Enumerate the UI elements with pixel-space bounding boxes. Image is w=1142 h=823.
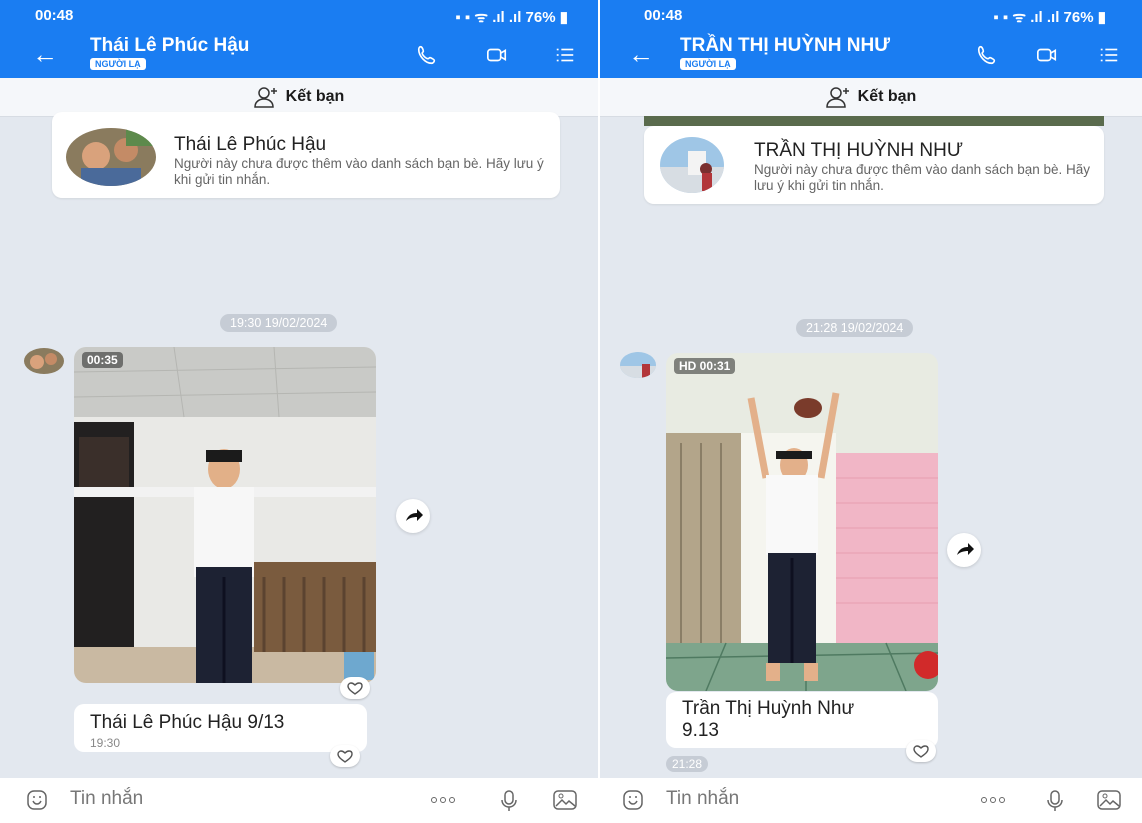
image-icon[interactable] bbox=[1096, 789, 1122, 811]
video-duration: 00:35 bbox=[82, 352, 123, 368]
contact-name[interactable]: TRẦN THỊ HUỲNH NHƯ bbox=[680, 35, 890, 57]
phone-icon[interactable] bbox=[975, 44, 999, 66]
message-input[interactable]: Tin nhắn bbox=[666, 788, 739, 810]
back-arrow-icon[interactable]: ← bbox=[628, 39, 654, 70]
list-menu-icon[interactable] bbox=[1097, 44, 1121, 66]
status-battery: ▪ ▪ ᯤ .ıl .ıl 76% ▮ bbox=[993, 9, 1106, 26]
message-composer: Tin nhắn bbox=[0, 778, 598, 823]
status-bar: 00:48 ▪ ▪ ᯤ .ıl .ıl 76% ▮ bbox=[600, 0, 1142, 32]
heart-icon bbox=[347, 682, 363, 695]
stranger-badge: NGƯỜI LẠ bbox=[90, 58, 146, 70]
video-heart-reaction[interactable] bbox=[340, 677, 370, 699]
text-message[interactable]: Thái Lê Phúc Hậu 9/13 19:30 bbox=[74, 704, 367, 752]
sender-avatar[interactable] bbox=[620, 352, 656, 378]
add-friend-button[interactable]: Kết bạn bbox=[600, 78, 1142, 117]
status-battery: ▪ ▪ ᯤ .ıl .ıl 76% ▮ bbox=[455, 9, 568, 26]
message-text: Thái Lê Phúc Hậu 9/13 bbox=[90, 712, 285, 733]
message-time: 19:30 bbox=[90, 736, 121, 750]
list-menu-icon[interactable] bbox=[553, 44, 577, 66]
video-call-icon[interactable] bbox=[485, 44, 509, 66]
add-friend-icon bbox=[825, 87, 849, 108]
chat-header: ← Thái Lê Phúc Hậu NGƯỜI LẠ bbox=[0, 32, 598, 78]
status-time: 00:48 bbox=[35, 7, 74, 24]
sender-avatar[interactable] bbox=[24, 348, 64, 374]
card-contact-name: TRẦN THỊ HUỲNH NHƯ bbox=[754, 140, 964, 161]
share-icon bbox=[957, 543, 974, 555]
stranger-info-card: Thái Lê Phúc Hậu Người này chưa được thê… bbox=[52, 112, 560, 198]
video-message[interactable]: HD 00:31 bbox=[666, 353, 938, 691]
message-composer: Tin nhắn bbox=[600, 778, 1142, 823]
chat-screen-right: 00:48 ▪ ▪ ᯤ .ıl .ıl 76% ▮ ← TRẦN THỊ HUỲ… bbox=[600, 0, 1142, 823]
emoji-icon[interactable] bbox=[26, 789, 48, 811]
message-input[interactable]: Tin nhắn bbox=[70, 788, 143, 810]
add-friend-label: Kết bạn bbox=[857, 88, 917, 105]
text-message[interactable]: Trần Thị Huỳnh Như 9.13 bbox=[666, 692, 938, 748]
heart-icon bbox=[913, 745, 929, 758]
add-friend-label: Kết bạn bbox=[285, 88, 345, 105]
card-contact-name: Thái Lê Phúc Hậu bbox=[174, 134, 327, 155]
date-timestamp: 19:30 19/02/2024 bbox=[220, 314, 338, 332]
message-text-line2: 9.13 bbox=[682, 720, 719, 741]
chat-header: ← TRẦN THỊ HUỲNH NHƯ NGƯỜI LẠ bbox=[600, 32, 1142, 78]
video-thumbnail bbox=[74, 347, 376, 683]
image-icon[interactable] bbox=[552, 789, 578, 811]
contact-name[interactable]: Thái Lê Phúc Hậu bbox=[90, 35, 249, 57]
microphone-icon[interactable] bbox=[1046, 789, 1064, 813]
back-arrow-icon[interactable]: ← bbox=[32, 39, 58, 70]
message-time: 21:28 bbox=[666, 756, 709, 772]
heart-icon bbox=[337, 750, 353, 763]
date-timestamp: 21:28 19/02/2024 bbox=[796, 319, 914, 337]
video-thumbnail bbox=[666, 353, 938, 691]
more-icon[interactable] bbox=[980, 795, 1006, 805]
avatar[interactable] bbox=[66, 128, 156, 186]
share-button[interactable] bbox=[396, 499, 430, 533]
cover-photo-strip bbox=[644, 116, 1104, 126]
text-heart-reaction[interactable] bbox=[330, 745, 360, 767]
message-text: Trần Thị Huỳnh Như bbox=[682, 698, 855, 719]
card-note: Người này chưa được thêm vào danh sách b… bbox=[174, 156, 544, 187]
microphone-icon[interactable] bbox=[500, 789, 518, 813]
share-icon bbox=[406, 509, 423, 521]
status-time: 00:48 bbox=[644, 7, 683, 24]
stranger-badge: NGƯỜI LẠ bbox=[680, 58, 736, 70]
status-bar: 00:48 ▪ ▪ ᯤ .ıl .ıl 76% ▮ bbox=[0, 0, 598, 32]
text-heart-reaction[interactable] bbox=[906, 740, 936, 762]
avatar[interactable] bbox=[660, 137, 724, 193]
video-message[interactable]: 00:35 bbox=[74, 347, 376, 683]
more-icon[interactable] bbox=[430, 795, 456, 805]
emoji-icon[interactable] bbox=[622, 789, 644, 811]
card-note: Người này chưa được thêm vào danh sách b… bbox=[754, 162, 1090, 193]
phone-icon[interactable] bbox=[415, 44, 439, 66]
video-duration: HD 00:31 bbox=[674, 358, 736, 374]
stranger-info-card: TRẦN THỊ HUỲNH NHƯ Người này chưa được t… bbox=[644, 126, 1104, 204]
share-button[interactable] bbox=[947, 533, 981, 567]
video-call-icon[interactable] bbox=[1035, 44, 1059, 66]
add-friend-icon bbox=[253, 87, 277, 108]
chat-screen-left: 00:48 ▪ ▪ ᯤ .ıl .ıl 76% ▮ ← Thái Lê Phúc… bbox=[0, 0, 598, 823]
